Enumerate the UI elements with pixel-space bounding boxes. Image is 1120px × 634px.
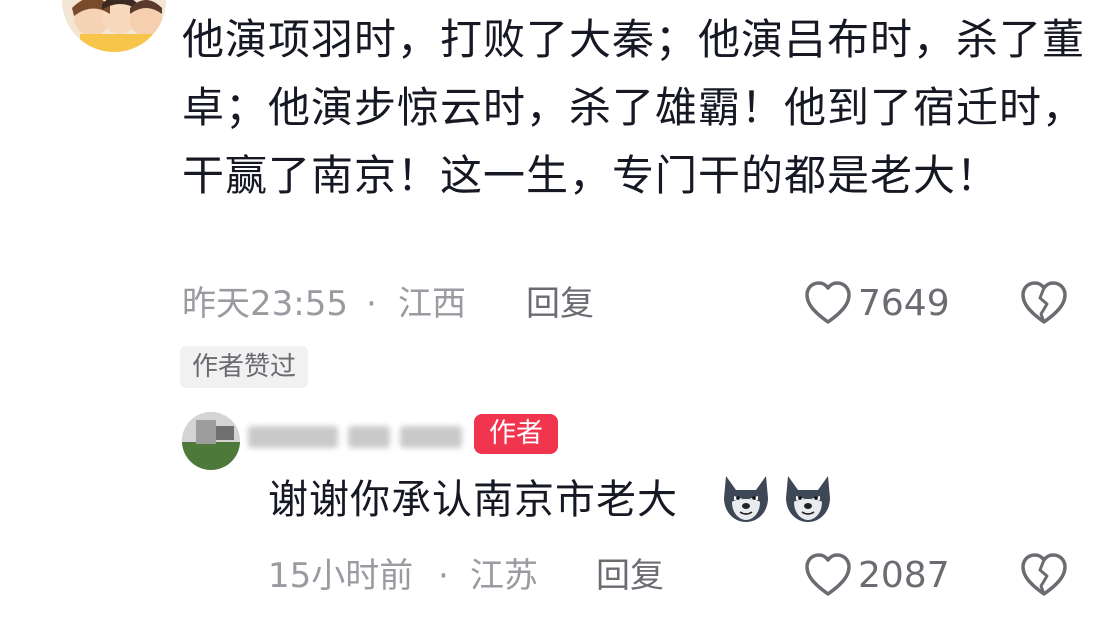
comment-time: 昨天23:55 [182, 284, 348, 324]
comment-text: 他演项羽时，打败了大秦；他演吕布时，杀了董卓；他演步惊云时，杀了雄霸！他到了宿迁… [182, 15, 1086, 200]
reply-author-name-blurred-3 [400, 426, 462, 448]
reply-text: 谢谢你承认南京市老大 [268, 477, 678, 523]
wolf-emoji-icon [716, 468, 776, 528]
reply-author-name-blurred [248, 426, 338, 448]
broken-heart-icon [1021, 553, 1067, 596]
reply-like-button[interactable] [804, 552, 852, 598]
heart-outline-icon [805, 281, 851, 324]
heart-outline-icon [805, 553, 851, 596]
liked-by-author-badge: 作者赞过 [180, 346, 309, 388]
reply-dislike-button[interactable] [1020, 552, 1068, 598]
reply-avatar-image [182, 412, 240, 470]
reply-reply-button[interactable]: 回复 [596, 556, 664, 596]
wolf-emoji-icon-2 [778, 468, 838, 528]
comment-location: 江西 [398, 284, 466, 324]
broken-heart-icon [1021, 281, 1067, 324]
dislike-button[interactable] [1020, 280, 1068, 326]
reply-author-avatar[interactable] [182, 412, 240, 470]
like-button[interactable] [804, 280, 852, 326]
author-badge: 作者 [474, 414, 558, 454]
like-count: 7649 [858, 283, 950, 324]
reply-author-name-blurred-2 [348, 426, 390, 448]
reply-meta-separator: · [438, 556, 449, 596]
commenter-avatar[interactable] [62, 0, 166, 52]
reply-time: 15小时前 [268, 556, 414, 596]
reply-button[interactable]: 回复 [526, 284, 594, 324]
meta-separator: · [366, 284, 377, 324]
reply-location: 江苏 [470, 556, 538, 596]
avatar-image [62, 0, 166, 52]
reply-like-count: 2087 [858, 555, 950, 596]
